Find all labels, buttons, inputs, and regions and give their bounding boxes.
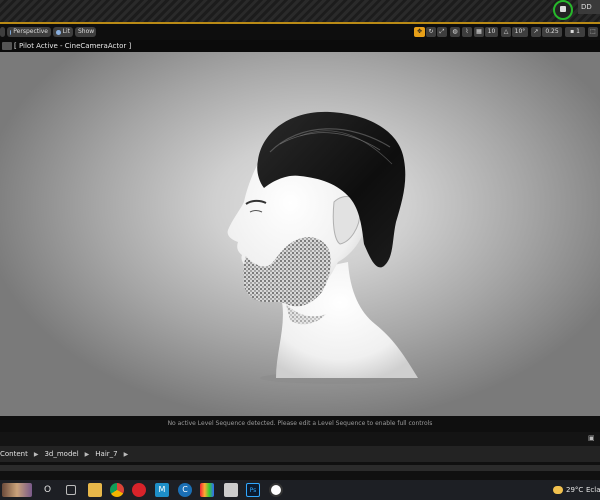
perspective-label: Perspective [13, 28, 48, 35]
close-panel-icon[interactable]: ▣ [588, 434, 596, 442]
scale-snap-value[interactable]: 0.25 [542, 27, 562, 37]
pilot-actor-label: [ Pilot Active - CineCameraActor ] [14, 42, 132, 50]
viewport-message-bar: No active Level Sequence detected. Pleas… [0, 416, 600, 432]
surface-snap-icon[interactable]: ⌇ [462, 27, 472, 37]
camera-speed-button[interactable]: ▪ 1 [565, 27, 585, 37]
opera-icon[interactable] [132, 483, 146, 497]
camera-speed-value: 1 [576, 28, 580, 35]
viewport-toolbar: Perspective Lit Show ✥ ↻ ⤢ ◍ ⌇ ▦ 10 △ 10… [0, 24, 600, 40]
level-viewport[interactable] [0, 52, 600, 416]
app-palette-icon[interactable] [200, 483, 214, 497]
level-sequence-message: No active Level Sequence detected. Pleas… [167, 420, 433, 427]
lit-label: Lit [62, 28, 70, 35]
windows-taskbar: O M C Ps 29°C Eclair [0, 480, 600, 500]
scale-snap-icon[interactable]: ↗ [531, 27, 541, 37]
maximize-viewport-icon[interactable]: ⬚ [588, 27, 598, 37]
eject-pilot-icon[interactable] [2, 42, 12, 50]
top-dropdown[interactable]: DD [578, 0, 600, 14]
search-icon[interactable]: O [44, 480, 51, 500]
breadcrumb-3d-model[interactable]: 3d_model [44, 450, 78, 458]
head-model-render [227, 111, 420, 384]
breadcrumb-arrow-icon[interactable]: ▶ [34, 451, 39, 458]
desktop-thumbnail[interactable] [2, 483, 32, 497]
viewport-menu-button[interactable] [0, 27, 5, 37]
photoshop-icon[interactable]: Ps [246, 483, 260, 497]
app-grey-icon[interactable] [224, 483, 238, 497]
select-mode-button[interactable]: ✥ [414, 27, 425, 37]
content-scrollbar[interactable] [0, 465, 600, 471]
lit-button[interactable]: Lit [53, 27, 73, 37]
lit-icon [56, 29, 61, 35]
perspective-icon [10, 29, 12, 35]
weather-icon[interactable] [553, 486, 563, 494]
breadcrumb-hair-7[interactable]: Hair_7 [95, 450, 117, 458]
pilot-bar: [ Pilot Active - CineCameraActor ] [0, 40, 600, 52]
grid-size-value[interactable]: 10 [485, 27, 498, 37]
show-button[interactable]: Show [75, 27, 96, 37]
maya-icon[interactable]: M [155, 483, 169, 497]
breadcrumb-arrow-icon[interactable]: ▶ [85, 451, 90, 458]
content-area [0, 462, 600, 480]
file-explorer-icon[interactable] [88, 483, 102, 497]
scale-mode-button[interactable]: ⤢ [437, 27, 447, 37]
grid-snap-icon[interactable]: ▦ [474, 27, 484, 37]
panel-header: ▣ [0, 432, 600, 446]
unreal-engine-icon[interactable] [269, 483, 283, 497]
rotation-snap-icon[interactable]: △ [501, 27, 511, 37]
rotation-snap-value[interactable]: 10° [512, 27, 528, 37]
perspective-button[interactable]: Perspective [7, 27, 51, 37]
title-bar: DD [0, 0, 600, 22]
temperature-text: 29°C [566, 486, 584, 494]
rotate-mode-button[interactable]: ↻ [426, 27, 436, 37]
chrome-icon[interactable] [110, 483, 124, 497]
content-breadcrumb: Content ▶ 3d_model ▶ Hair_7 ▶ [0, 446, 600, 462]
world-local-icon[interactable]: ◍ [450, 27, 460, 37]
app-c-icon[interactable]: C [178, 483, 192, 497]
breadcrumb-arrow-icon[interactable]: ▶ [124, 451, 129, 458]
show-label: Show [78, 28, 95, 35]
task-view-icon[interactable] [66, 485, 76, 495]
weather-description: Eclair [586, 486, 600, 494]
breadcrumb-content[interactable]: Content [0, 450, 28, 458]
source-control-icon[interactable] [553, 0, 573, 20]
